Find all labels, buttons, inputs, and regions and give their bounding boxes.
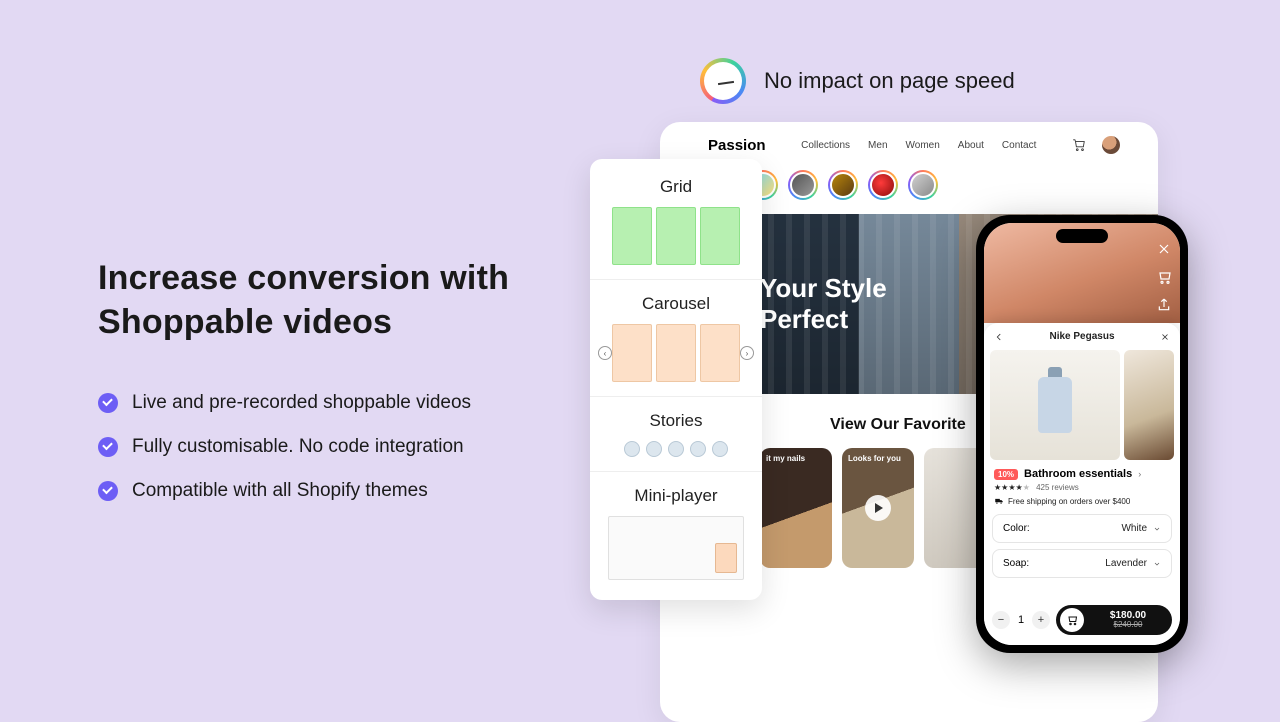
option-soap[interactable]: Soap: Lavender <box>992 549 1172 578</box>
product-images[interactable] <box>984 350 1180 460</box>
bullet-text: Fully customisable. No code integration <box>132 436 464 458</box>
bullet-text: Live and pre-recorded shoppable videos <box>132 392 471 414</box>
video-caption: Looks for you <box>848 454 901 463</box>
option-color[interactable]: Color: White <box>992 514 1172 543</box>
chevron-left-icon[interactable]: ‹ <box>598 346 612 360</box>
speedometer-icon <box>700 58 746 104</box>
check-icon <box>98 437 118 457</box>
discount-badge: 10% <box>994 469 1018 480</box>
format-stories-preview <box>602 441 750 457</box>
story-dot <box>712 441 728 457</box>
storefront-brand: Passion <box>708 137 766 154</box>
sheet-title: Nike Pegasus <box>1049 331 1114 342</box>
cart-icon[interactable] <box>1072 138 1086 152</box>
hero-headline: Your StylePerfect <box>760 273 887 335</box>
truck-icon <box>994 496 1004 506</box>
story-dot <box>668 441 684 457</box>
headline-line-1: Increase conversion with <box>98 259 509 297</box>
product-image[interactable] <box>1124 350 1174 460</box>
add-to-cart-button[interactable]: $180.00 $240.00 <box>1056 605 1172 635</box>
nav-link[interactable]: About <box>958 140 984 151</box>
chevron-down-icon <box>1153 525 1161 533</box>
grid-tile <box>656 207 696 265</box>
option-label: Soap: <box>1003 558 1029 569</box>
grid-tile <box>612 207 652 265</box>
price-was: $240.00 <box>1114 621 1143 629</box>
qty-decrement[interactable]: − <box>992 611 1010 629</box>
check-icon <box>98 393 118 413</box>
nav-link[interactable]: Collections <box>801 140 850 151</box>
story-dot <box>690 441 706 457</box>
product-image[interactable] <box>990 350 1120 460</box>
format-miniplayer-preview <box>608 516 744 580</box>
star-icon: ★★★★ <box>994 483 1023 492</box>
close-icon[interactable] <box>1160 332 1170 342</box>
share-icon[interactable] <box>1156 297 1172 313</box>
product-sheet: Nike Pegasus 10% Bathroom essentials › ★… <box>984 323 1180 645</box>
carousel-tile <box>656 324 696 382</box>
star-icon: ★ <box>1023 483 1030 492</box>
cart-icon[interactable] <box>1156 269 1172 285</box>
bullet-row: Live and pre-recorded shoppable videos <box>98 392 578 414</box>
shipping-row: Free shipping on orders over $400 <box>994 496 1170 506</box>
carousel-tile <box>612 324 652 382</box>
story-thumb[interactable] <box>828 170 858 200</box>
bottle-icon <box>1038 377 1072 433</box>
qty-value: 1 <box>1016 614 1026 626</box>
carousel-tile <box>700 324 740 382</box>
storefront-header: Passion Collections Men Women About Cont… <box>660 122 1158 164</box>
shipping-text: Free shipping on orders over $400 <box>1008 497 1130 506</box>
close-icon[interactable] <box>1156 241 1172 257</box>
play-icon[interactable] <box>865 495 891 521</box>
check-icon <box>98 481 118 501</box>
story-thumb[interactable] <box>868 170 898 200</box>
chevron-right-icon[interactable]: › <box>740 346 754 360</box>
page-speed-text: No impact on page speed <box>764 68 1015 94</box>
back-icon[interactable] <box>994 332 1004 342</box>
layout-formats-panel: Grid Carousel ‹ › Stories Mini-player <box>590 159 762 600</box>
qty-increment[interactable]: + <box>1032 611 1050 629</box>
avatar[interactable] <box>1102 136 1120 154</box>
reviews-count[interactable]: 425 reviews <box>1036 483 1079 492</box>
grid-tile <box>700 207 740 265</box>
headline: Increase conversion with Shoppable video… <box>98 256 578 344</box>
rating-row: ★★★★★ 425 reviews <box>994 483 1170 492</box>
video-caption: it my nails <box>766 454 805 463</box>
chevron-right-icon[interactable]: › <box>1138 469 1141 479</box>
bullet-row: Compatible with all Shopify themes <box>98 480 578 502</box>
headline-line-2: Shoppable videos <box>98 303 392 341</box>
video-card[interactable]: it my nails <box>760 448 832 568</box>
story-thumb[interactable] <box>908 170 938 200</box>
format-carousel-preview: ‹ › <box>602 324 750 382</box>
product-name[interactable]: Bathroom essentials <box>1024 468 1132 480</box>
option-label: Color: <box>1003 523 1030 534</box>
format-grid-preview <box>602 207 750 265</box>
bullet-row: Fully customisable. No code integration <box>98 436 578 458</box>
option-value: Lavender <box>1105 558 1147 569</box>
miniplayer-thumb <box>715 543 737 573</box>
story-dot <box>646 441 662 457</box>
format-miniplayer-title: Mini-player <box>602 486 750 506</box>
format-grid-title: Grid <box>602 177 750 197</box>
nav-link[interactable]: Men <box>868 140 887 151</box>
bullet-text: Compatible with all Shopify themes <box>132 480 428 502</box>
page-speed-badge: No impact on page speed <box>700 58 1015 104</box>
buy-bar: − 1 + $180.00 $240.00 <box>992 605 1172 635</box>
feature-bullets: Live and pre-recorded shoppable videos F… <box>98 392 578 502</box>
video-card[interactable]: Looks for you <box>842 448 914 568</box>
nav-link[interactable]: Women <box>906 140 940 151</box>
nav-link[interactable]: Contact <box>1002 140 1036 151</box>
format-stories-title: Stories <box>602 411 750 431</box>
format-carousel-title: Carousel <box>602 294 750 314</box>
phone-notch <box>1056 229 1108 243</box>
story-dot <box>624 441 640 457</box>
option-value: White <box>1121 523 1147 534</box>
story-thumb[interactable] <box>788 170 818 200</box>
storefront-nav: Collections Men Women About Contact <box>801 140 1036 151</box>
chevron-down-icon <box>1153 560 1161 568</box>
cart-icon <box>1060 608 1084 632</box>
phone-mockup: Nike Pegasus 10% Bathroom essentials › ★… <box>976 215 1188 653</box>
